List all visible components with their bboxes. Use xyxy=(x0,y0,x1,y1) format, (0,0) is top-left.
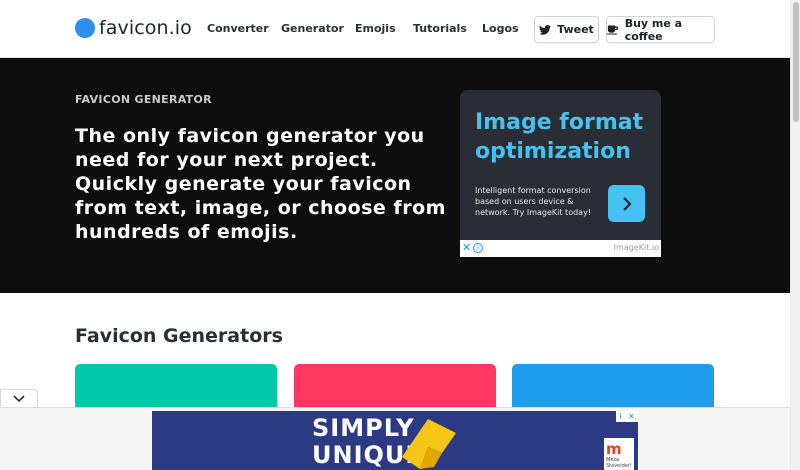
chevron-right-icon xyxy=(622,196,632,211)
nav-emojis[interactable]: Emojis xyxy=(355,22,396,35)
generator-card[interactable] xyxy=(75,364,277,410)
tweet-button[interactable]: Tweet xyxy=(534,16,599,43)
ad-footer: ✕ i ImageKit.io xyxy=(460,240,661,257)
logo-dot-icon xyxy=(75,18,95,38)
close-icon[interactable]: ✕ xyxy=(628,412,635,421)
hero-section: FAVICON GENERATOR The only favicon gener… xyxy=(0,58,790,293)
generator-card[interactable] xyxy=(294,364,496,410)
ad-arrow-button[interactable] xyxy=(608,185,645,222)
ad-title: Image format optimization xyxy=(475,110,644,164)
nav-converter[interactable]: Converter xyxy=(207,22,269,35)
imagekit-ad[interactable]: Image format optimization Intelligent fo… xyxy=(460,90,661,257)
close-icon[interactable]: ✕ xyxy=(462,241,471,254)
buy-coffee-button[interactable]: Buy me a coffee xyxy=(606,16,715,43)
scrollbar-thumb[interactable] xyxy=(793,2,799,122)
hero-eyebrow: FAVICON GENERATOR xyxy=(75,93,212,106)
bottom-ad-graphic xyxy=(402,419,456,469)
twitter-icon xyxy=(539,24,552,35)
site-header: favicon.io Converter Generator Emojis Tu… xyxy=(0,0,790,58)
nav-logos[interactable]: Logos xyxy=(482,22,519,35)
page-scrollbar[interactable] xyxy=(790,0,800,470)
collapse-ad-tab[interactable] xyxy=(0,389,38,408)
info-icon[interactable]: i xyxy=(473,243,483,253)
chevron-down-icon xyxy=(13,395,25,403)
coffee-icon xyxy=(607,25,619,35)
info-icon[interactable]: i xyxy=(619,412,621,421)
bottom-ad-logo: m Meza Stavelder! xyxy=(604,438,634,470)
nav-generator[interactable]: Generator xyxy=(281,22,344,35)
logo-text: favicon.io xyxy=(99,17,192,39)
bottom-banner-ad[interactable]: SIMPLY UNIQUE m Meza Stavelder! i ✕ xyxy=(152,411,638,470)
ad-brand: ImageKit.io xyxy=(613,243,659,252)
bottom-ad-logo-text: Meza Stavelder! xyxy=(606,457,632,469)
generator-card[interactable] xyxy=(512,364,714,410)
hero-headline: The only favicon generator you need for … xyxy=(75,125,446,243)
bottom-ad-logo-mark: m xyxy=(606,440,622,458)
tweet-label: Tweet xyxy=(557,23,594,36)
bottom-ad-bar: SIMPLY UNIQUE m Meza Stavelder! i ✕ xyxy=(0,407,790,470)
section-title: Favicon Generators xyxy=(75,325,283,347)
site-logo[interactable]: favicon.io xyxy=(75,17,192,39)
nav-tutorials[interactable]: Tutorials xyxy=(413,22,467,35)
bottom-ad-controls: i ✕ xyxy=(616,411,638,422)
coffee-label: Buy me a coffee xyxy=(624,16,683,43)
ad-body: Intelligent format conversion based on u… xyxy=(475,186,592,217)
